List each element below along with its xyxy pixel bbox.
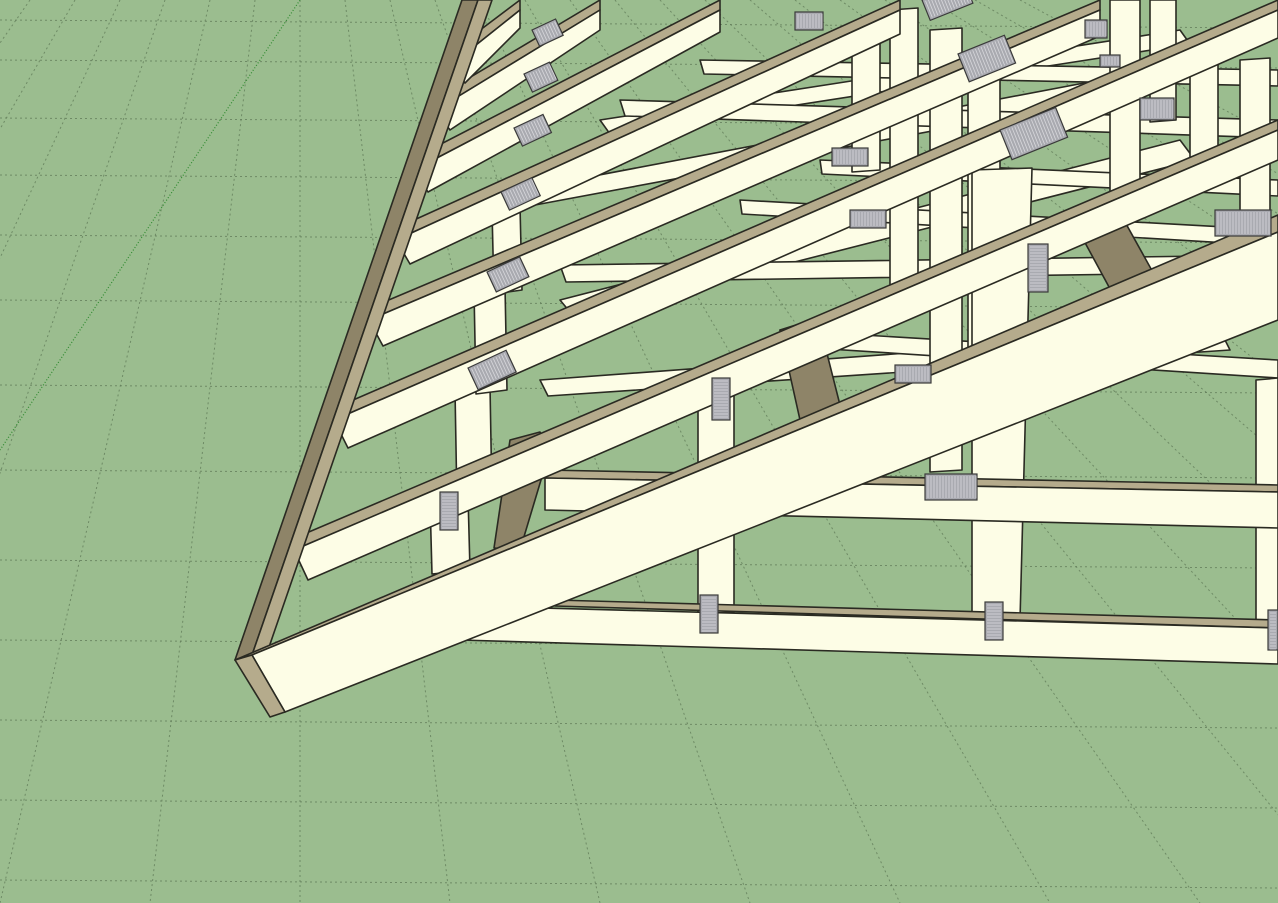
gusset-plate — [924, 473, 978, 501]
grid-line — [149, 0, 256, 903]
gusset-plate — [699, 594, 719, 634]
grid-line — [0, 719, 1278, 729]
plate-body — [1139, 97, 1175, 121]
gusset-plate — [849, 209, 887, 229]
grid-line — [0, 0, 121, 260]
3d-model-viewport[interactable] — [0, 0, 1278, 903]
grid-line — [0, 0, 166, 475]
plate-body — [924, 473, 978, 501]
gusset-plate — [711, 377, 731, 421]
grid-line — [0, 0, 31, 44]
gusset-plate — [1099, 54, 1121, 68]
gusset-plate — [439, 491, 459, 531]
gusset-plate — [921, 0, 974, 22]
gusset-plate — [794, 11, 824, 31]
gusset-plate — [1267, 609, 1278, 651]
plate-body — [1214, 209, 1272, 237]
gusset-plate — [1027, 243, 1049, 293]
gusset-plate — [984, 601, 1004, 641]
grid-line — [0, 0, 211, 903]
grid-line — [0, 0, 301, 451]
gusset-plate — [1139, 97, 1175, 121]
roof-truss-model — [0, 0, 1278, 903]
grid-line — [0, 879, 1278, 889]
gusset-plate — [1214, 209, 1272, 237]
grid-line — [0, 799, 1278, 809]
gusset-plate — [894, 364, 932, 384]
gusset-plate — [831, 147, 869, 167]
gusset-plate — [1084, 19, 1108, 39]
grid-line — [0, 0, 76, 130]
